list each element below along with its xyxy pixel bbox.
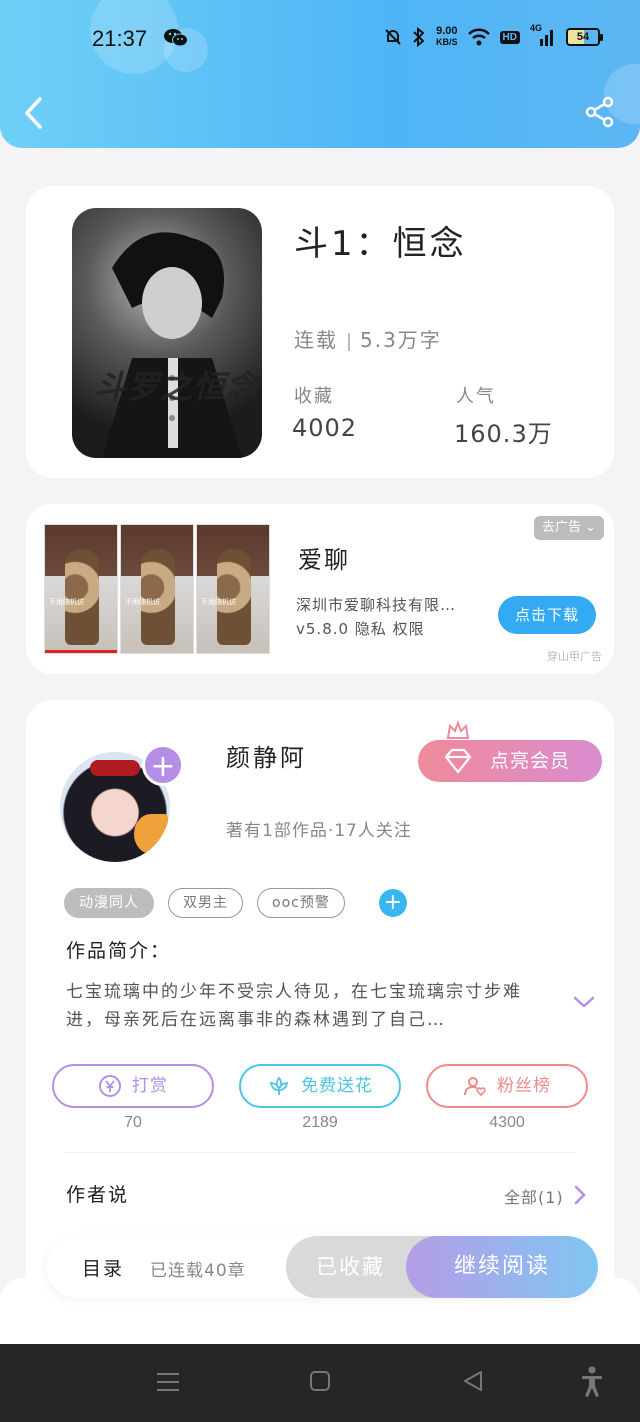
book-word-count: 5.3万字 xyxy=(360,328,442,352)
chapter-count: 已连载40章 xyxy=(150,1261,246,1281)
speed-value: 9.00 xyxy=(436,25,458,37)
ad-progress-line xyxy=(45,650,117,653)
top-header: 21:37 9.00 KB/S HD 4G 54 xyxy=(0,0,640,148)
tip-label: 打赏 xyxy=(132,1076,168,1096)
tag[interactable]: ooc预警 xyxy=(257,888,345,918)
favorites-label: 收藏 xyxy=(294,386,334,407)
status-time: 21:37 xyxy=(92,26,148,51)
popularity-label: 人气 xyxy=(456,386,496,407)
follow-plus-icon[interactable]: + xyxy=(142,744,184,786)
back-triangle-icon[interactable] xyxy=(462,1370,484,1392)
cell-signal-icon: 4G xyxy=(530,23,556,47)
tag[interactable]: 双男主 xyxy=(168,888,243,918)
ad-download-button[interactable]: 点击下载 xyxy=(498,596,596,634)
continue-reading-button[interactable]: 继续阅读 xyxy=(406,1236,598,1298)
speed-unit: KB/S xyxy=(436,37,458,47)
status-bar: 21:37 9.00 KB/S HD 4G 54 xyxy=(0,22,640,58)
author-info: 著有1部作品·17人关注 xyxy=(226,821,412,841)
add-tag-button[interactable]: + xyxy=(378,889,407,917)
fan-rank-label: 粉丝榜 xyxy=(497,1076,551,1096)
ad-app-name: 爱聊 xyxy=(298,546,350,574)
home-square-icon[interactable] xyxy=(309,1370,331,1392)
network-speed: 9.00 KB/S xyxy=(436,26,458,48)
tag[interactable]: 动漫同人 xyxy=(64,888,154,918)
avatar-bow xyxy=(90,760,140,776)
ad-version-line[interactable]: v5.8.0 隐私 权限 xyxy=(296,618,425,639)
remove-ad-button[interactable]: 去广告 ⌄ xyxy=(533,516,604,540)
remove-ad-label: 去广告 xyxy=(541,520,581,535)
ad-image-caption: 不用随机访 xyxy=(125,598,160,606)
back-chevron-icon[interactable] xyxy=(22,96,46,130)
system-nav-bar xyxy=(0,1344,640,1422)
flower-count: 2189 xyxy=(302,1114,338,1131)
tip-button[interactable]: 打赏 xyxy=(52,1064,214,1108)
tag-list: 动漫同人 双男主 ooc预警 + xyxy=(64,888,407,918)
cover-art xyxy=(102,232,242,458)
user-heart-icon xyxy=(464,1077,486,1097)
ad-company: 深圳市爱聊科技有限… xyxy=(296,596,457,614)
ad-image: 不用随机访 xyxy=(196,524,270,654)
accessibility-icon[interactable] xyxy=(580,1366,604,1398)
battery-icon: 54 xyxy=(566,28,603,46)
cover-title: 斗罗之恒念 xyxy=(94,368,260,406)
ad-card[interactable]: 不用随机访 不用随机访 不用随机访 爱聊 深圳市爱聊科技有限… v5.8.0 隐… xyxy=(26,504,614,674)
ad-image: 不用随机访 xyxy=(44,524,118,654)
flower-icon xyxy=(269,1076,289,1095)
bottom-action-bar: 目录 已连载40章 已收藏 继续阅读 xyxy=(46,1236,598,1298)
vip-label: 点亮会员 xyxy=(490,750,571,772)
toc-button[interactable]: 目录 xyxy=(82,1254,124,1281)
share-icon[interactable] xyxy=(584,96,616,128)
book-title: 斗1：恒念 xyxy=(294,224,467,264)
author-name[interactable]: 颜静阿 xyxy=(226,738,307,773)
ad-image-caption: 不用随机访 xyxy=(201,598,236,606)
chevron-right-icon[interactable] xyxy=(574,1184,586,1206)
fan-count: 4300 xyxy=(489,1114,525,1131)
book-status: 连载 xyxy=(294,328,338,352)
wechat-icon xyxy=(164,29,188,47)
author-say-title: 作者说 xyxy=(66,1184,130,1206)
send-flower-button[interactable]: 免费送花 xyxy=(239,1064,401,1108)
vip-button[interactable]: 点亮会员 xyxy=(418,740,602,782)
author-say-all-link[interactable]: 全部(1) xyxy=(504,1184,564,1208)
chevron-down-icon: ⌄ xyxy=(585,520,596,535)
avatar-fish xyxy=(134,814,168,854)
book-meta: 连载 5.3万字 xyxy=(294,324,442,353)
menu-icon[interactable] xyxy=(156,1370,180,1394)
meta-divider xyxy=(348,332,350,351)
mute-bell-icon xyxy=(385,29,401,45)
book-info-card: 斗罗之恒念 斗1：恒念 连载 5.3万字 收藏 4002 人气 160.3万 xyxy=(26,186,614,478)
book-cover[interactable]: 斗罗之恒念 xyxy=(72,208,262,458)
tip-count: 70 xyxy=(124,1114,142,1131)
hd-badge: HD xyxy=(499,30,520,44)
chevron-down-icon[interactable] xyxy=(572,994,596,1010)
bluetooth-icon xyxy=(413,27,425,47)
wifi-icon xyxy=(467,28,490,46)
author-card: + 颜静阿 著有1部作品·17人关注 点亮会员 动漫同人 双男主 ooc预警 +… xyxy=(26,700,614,1280)
send-flower-label: 免费送花 xyxy=(301,1076,373,1096)
diamond-icon xyxy=(444,748,472,774)
yuan-coin-icon xyxy=(99,1075,121,1097)
ad-image: 不用随机访 xyxy=(120,524,194,654)
ad-source: 穿山甲广告 xyxy=(547,650,602,663)
intro-text: 七宝琉璃中的少年不受宗人待见，在七宝琉璃宗寸步难进，母亲死后在远离事非的森林遇到… xyxy=(66,982,522,1030)
crown-icon xyxy=(446,720,470,739)
favorites-value: 4002 xyxy=(292,414,358,442)
divider xyxy=(64,1152,576,1153)
fan-rank-button[interactable]: 粉丝榜 xyxy=(426,1064,588,1108)
ad-image-caption: 不用随机访 xyxy=(49,598,84,606)
intro-title: 作品简介： xyxy=(66,940,172,962)
popularity-value: 160.3万 xyxy=(454,420,553,448)
